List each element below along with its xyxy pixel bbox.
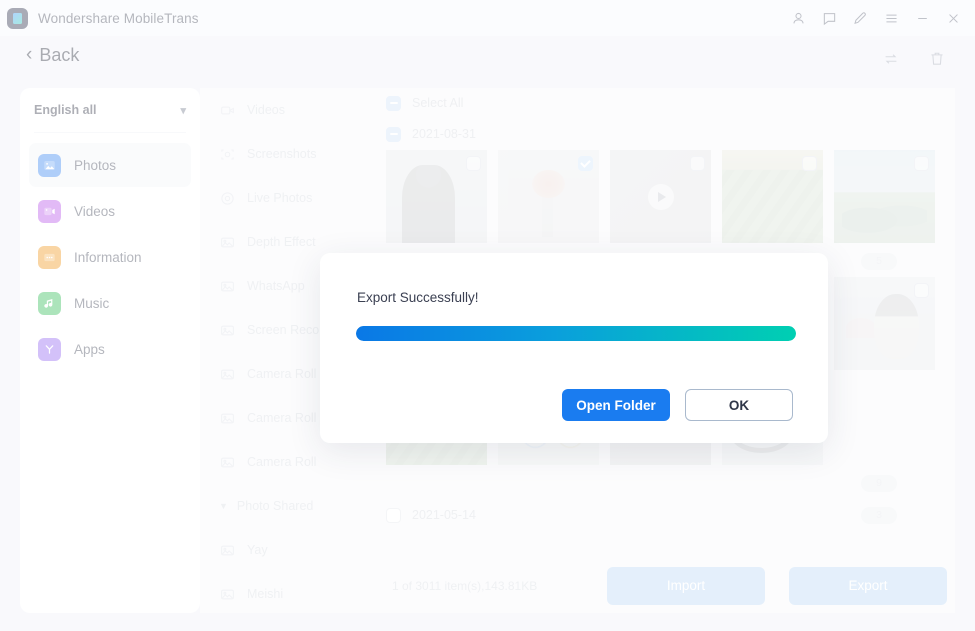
ok-button[interactable]: OK: [685, 389, 793, 421]
dialog-actions: Open Folder OK: [562, 389, 793, 421]
export-success-dialog: Export Successfully! Open Folder OK: [320, 253, 828, 443]
export-progress-bar: [356, 326, 796, 341]
dialog-title: Export Successfully!: [357, 290, 479, 305]
application-window: Wondershare MobileTrans: [0, 0, 975, 631]
open-folder-button[interactable]: Open Folder: [562, 389, 670, 421]
